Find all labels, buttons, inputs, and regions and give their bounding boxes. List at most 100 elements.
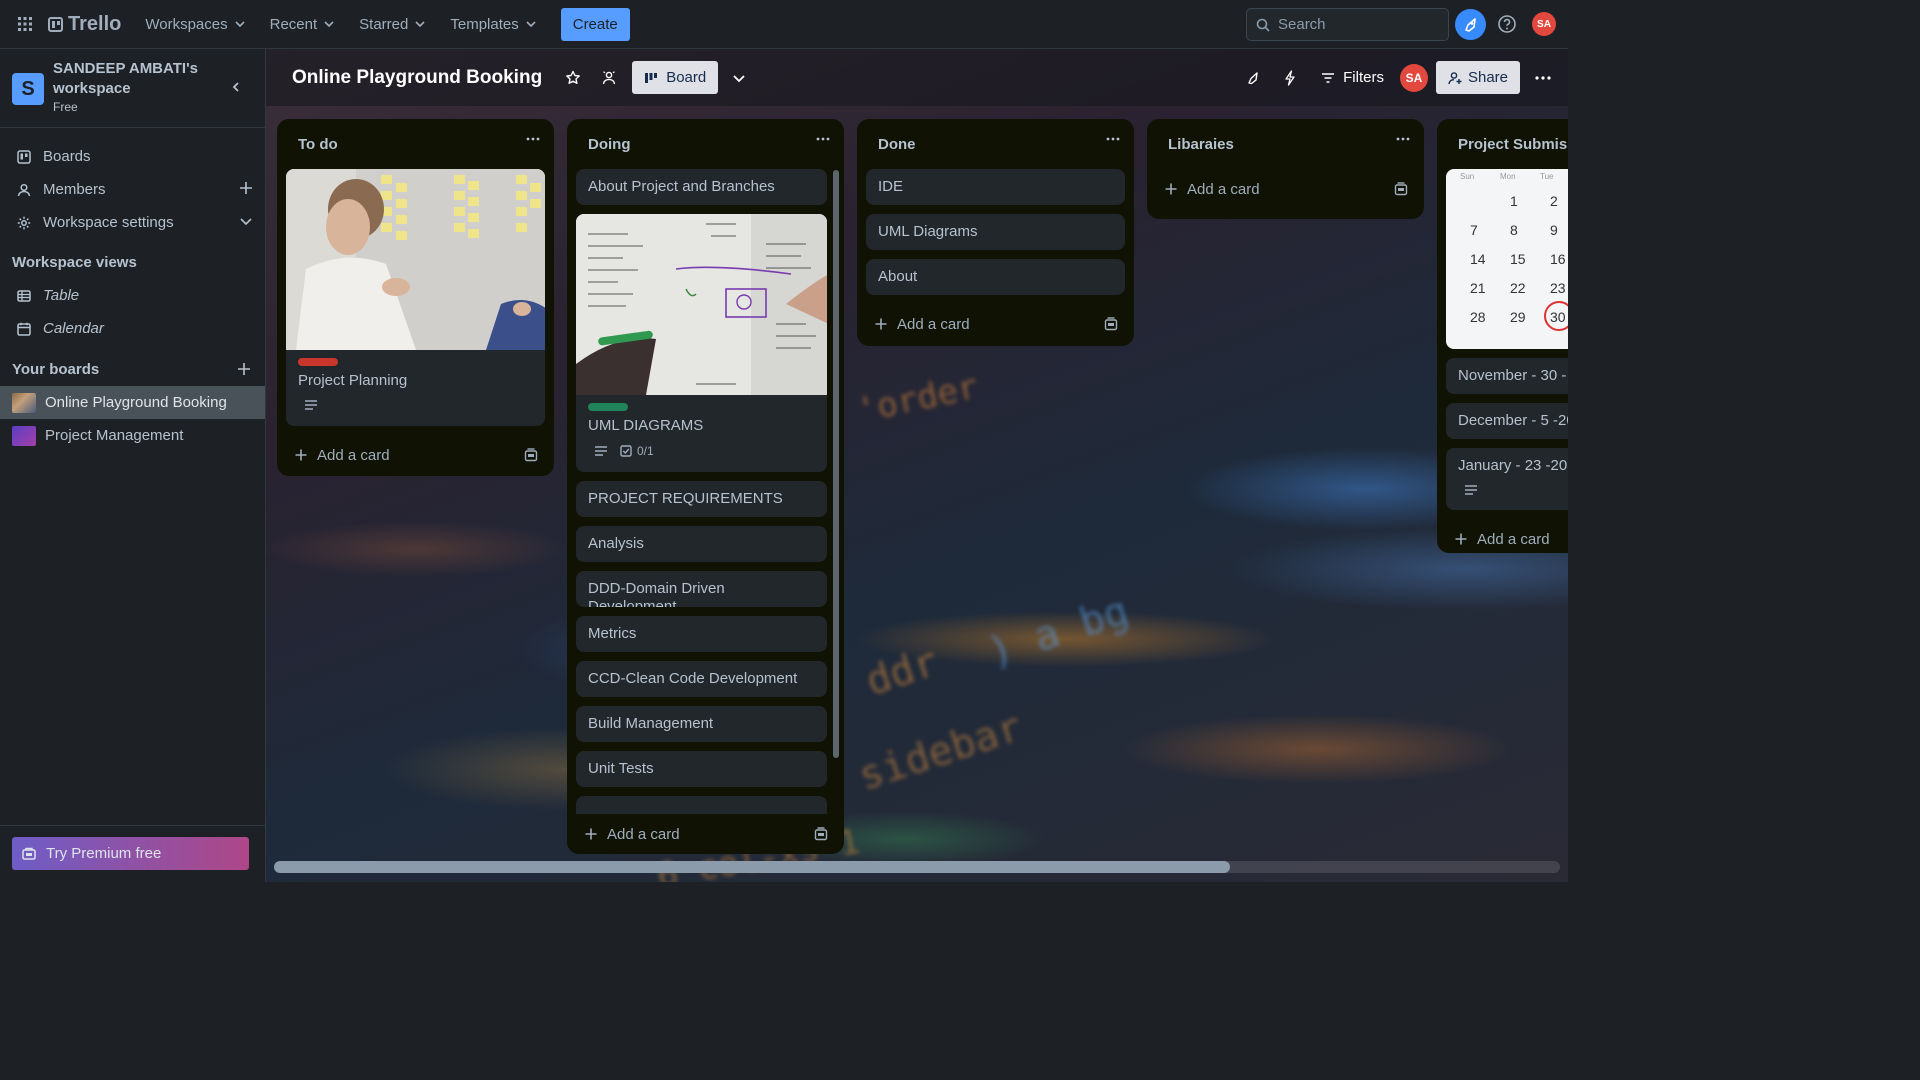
card-metrics[interactable]: Metrics — [576, 616, 827, 652]
collapse-sidebar-button[interactable] — [226, 77, 246, 97]
add-card-button[interactable]: Add a card — [1437, 519, 1568, 559]
card-template-icon[interactable] — [1394, 182, 1408, 196]
board-member-avatar[interactable]: SA — [1399, 63, 1428, 92]
add-card-button[interactable]: Add a card — [567, 814, 844, 854]
trello-logo[interactable]: Trello — [48, 13, 121, 36]
card-january[interactable]: January - 23 -202 — [1446, 448, 1568, 510]
sidebar-board-label: Online Playground Booking — [45, 394, 227, 411]
list-title[interactable]: Libaraies — [1168, 136, 1234, 153]
workspace-name[interactable]: SANDEEP AMBATI's workspace — [53, 59, 203, 99]
card-project-planning[interactable]: Project Planning — [286, 169, 545, 426]
list-libaraies: Libaraies Add a card — [1147, 119, 1424, 219]
search-input[interactable]: Search — [1246, 8, 1449, 41]
card-about[interactable]: About — [866, 259, 1125, 295]
card-ide[interactable]: IDE — [866, 169, 1125, 205]
list-header[interactable]: Project Submissio — [1437, 119, 1568, 169]
card-title: UML Diagrams — [878, 223, 978, 240]
sidebar-board-project-management[interactable]: Project Management — [0, 419, 265, 452]
card-badges — [1446, 484, 1568, 506]
card-title: DDD-Domain Driven Development — [588, 580, 725, 607]
filter-icon — [1322, 72, 1335, 83]
checklist-count: 0/1 — [637, 444, 654, 458]
plus-icon[interactable] — [237, 362, 251, 376]
list-title[interactable]: Done — [878, 136, 916, 153]
card-uml-diagrams-done[interactable]: UML Diagrams — [866, 214, 1125, 250]
sidebar-item-workspace-settings[interactable]: Workspace settings — [0, 206, 265, 239]
sidebar-item-members[interactable]: Members — [0, 173, 265, 206]
list-title[interactable]: Project Submissio — [1458, 136, 1568, 153]
list-scrollbar[interactable] — [833, 170, 839, 758]
list-header[interactable]: Doing — [567, 119, 844, 169]
search-placeholder: Search — [1278, 16, 1326, 33]
chevron-down-icon — [324, 21, 334, 28]
chevron-down-icon — [235, 21, 245, 28]
card-december[interactable]: December - 5 -20 — [1446, 403, 1568, 439]
user-avatar[interactable]: SA — [1532, 12, 1556, 36]
card-build-management[interactable]: Build Management — [576, 706, 827, 742]
board-view-button[interactable]: Board — [632, 61, 719, 94]
premium-icon — [22, 847, 36, 860]
more-icon[interactable] — [816, 137, 830, 141]
card-title: January - 23 -202 — [1458, 457, 1568, 474]
card-ccd[interactable]: CCD-Clean Code Development — [576, 661, 827, 697]
visibility-button[interactable] — [594, 63, 624, 93]
star-board-button[interactable] — [558, 63, 588, 93]
list-header[interactable]: Libaraies — [1147, 119, 1424, 169]
more-icon[interactable] — [526, 137, 540, 141]
card-label — [298, 358, 338, 366]
create-button[interactable]: Create — [560, 7, 630, 41]
list-done: Done IDE UML Diagrams About Add a card — [857, 119, 1134, 346]
card-unit-tests[interactable]: Unit Tests — [576, 751, 827, 787]
list-title[interactable]: Doing — [588, 136, 631, 153]
card-calendar-cover[interactable]: Sun Mon Tue 1 2 7 8 9 14 15 16 21 22 23 — [1446, 169, 1568, 349]
share-button[interactable]: Share — [1435, 61, 1520, 94]
calendar-day: 9 — [1550, 222, 1558, 238]
card-uml-diagrams[interactable]: UML DIAGRAMS 0/1 — [576, 214, 827, 472]
card-november[interactable]: November - 30 - — [1446, 358, 1568, 394]
board-title[interactable]: Online Playground Booking — [292, 67, 542, 89]
card-project-requirements[interactable]: PROJECT REQUIREMENTS — [576, 481, 827, 517]
card-title: November - 30 - — [1458, 367, 1567, 384]
workspaces-menu[interactable]: Workspaces — [133, 8, 257, 40]
help-button[interactable] — [1495, 12, 1519, 36]
card-template-icon[interactable] — [524, 448, 538, 462]
notifications-button[interactable] — [1455, 9, 1486, 40]
sidebar-board-online-playground-booking[interactable]: Online Playground Booking — [0, 386, 265, 419]
templates-menu-label: Templates — [450, 15, 519, 33]
list-title[interactable]: To do — [298, 136, 338, 153]
lightning-icon — [1285, 69, 1295, 86]
calendar-day-headers: Sun Mon Tue — [1446, 169, 1568, 181]
sidebar-item-boards[interactable]: Boards — [0, 140, 265, 173]
power-ups-button[interactable] — [1239, 63, 1269, 93]
list-cards-scroll-area[interactable]: About Project and Branches UML DIAGRAMS … — [567, 169, 844, 814]
calendar-circle-mark — [1544, 301, 1568, 331]
board-scrollbar-thumb[interactable] — [274, 861, 1230, 873]
add-card-button[interactable]: Add a card — [1147, 169, 1424, 209]
recent-menu[interactable]: Recent — [258, 8, 348, 40]
filters-button[interactable]: Filters — [1311, 69, 1394, 86]
automation-button[interactable] — [1275, 63, 1305, 93]
view-switcher-button[interactable] — [724, 63, 754, 93]
try-premium-button[interactable]: Try Premium free — [12, 837, 249, 870]
card-ddd[interactable]: DDD-Domain Driven Development — [576, 571, 827, 607]
board-menu-button[interactable] — [1528, 63, 1558, 93]
templates-menu[interactable]: Templates — [438, 8, 548, 40]
list-header[interactable]: Done — [857, 119, 1134, 169]
list-to-do: To do Project Planning Add a card — [277, 119, 554, 476]
card-analysis[interactable]: Analysis — [576, 526, 827, 562]
add-card-button[interactable]: Add a card — [857, 304, 1134, 344]
add-card-button[interactable]: Add a card — [277, 435, 554, 475]
sidebar-item-table[interactable]: Table — [0, 279, 265, 312]
sidebar-item-calendar[interactable]: Calendar — [0, 312, 265, 345]
card-template-icon[interactable] — [814, 827, 828, 841]
card-about-project[interactable]: About Project and Branches — [576, 169, 827, 205]
plus-icon[interactable] — [239, 181, 253, 195]
starred-menu[interactable]: Starred — [347, 8, 438, 40]
list-header[interactable]: To do — [277, 119, 554, 169]
card-partial[interactable] — [576, 796, 827, 814]
more-icon[interactable] — [1396, 137, 1410, 141]
card-template-icon[interactable] — [1104, 317, 1118, 331]
more-icon[interactable] — [1106, 137, 1120, 141]
add-card-label: Add a card — [897, 315, 970, 333]
app-switcher-icon[interactable] — [12, 11, 38, 37]
